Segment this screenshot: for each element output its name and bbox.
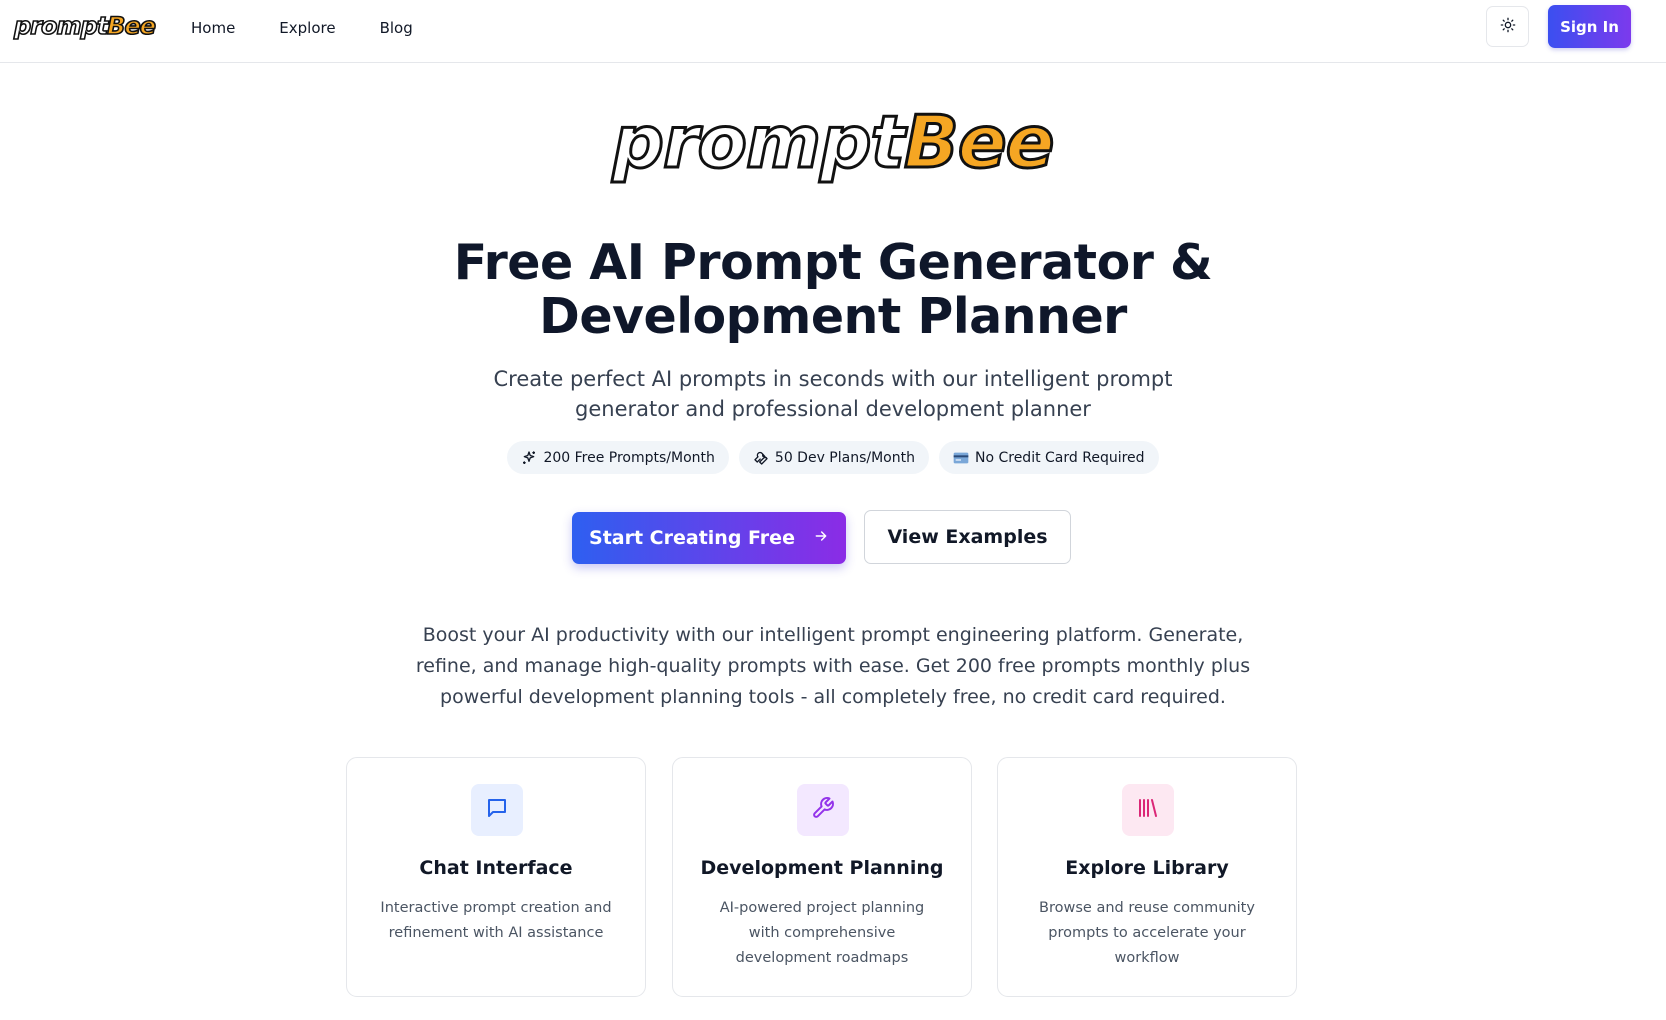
view-examples-button[interactable]: View Examples [864,510,1071,564]
message-square-icon [485,796,509,824]
library-icon [1136,796,1160,824]
logo-bee-text: Bee [106,11,156,41]
sun-icon [1500,17,1516,36]
start-creating-button[interactable]: Start Creating Free [572,512,846,564]
main-nav: Home Explore Blog [191,17,457,39]
card-description: Interactive prompt creation and refineme… [380,900,612,941]
sparkles-icon [521,450,537,466]
nav-blog-link[interactable]: Blog [380,17,413,39]
card-icon-wrapper [797,784,849,836]
pill-free-prompts: 200 Free Prompts/Month [507,441,729,474]
page-title-line1: Free AI Prompt Generator & [453,234,1213,291]
card-chat-interface[interactable]: Chat Interface Interactive prompt creati… [346,757,646,997]
card-description: Browse and reuse community prompts to ac… [1039,900,1255,966]
wrench-icon [753,450,769,466]
sign-in-button[interactable]: Sign In [1548,5,1631,48]
top-navbar: promptBee Home Explore Blog Sign In [0,0,1666,63]
pill-label: 50 Dev Plans/Month [774,449,915,466]
page-title: Free AI Prompt Generator & Development P… [0,236,1666,344]
hero-logo-prompt-text: prompt [611,99,906,186]
pill-label: 200 Free Prompts/Month [543,449,715,466]
pill-no-credit-card: No Credit Card Required [938,441,1159,474]
arrow-right-icon [813,527,829,549]
credit-card-icon [953,450,969,466]
logo-prompt-text: prompt [13,11,109,41]
card-explore-library[interactable]: Explore Library Browse and reuse communi… [997,757,1297,997]
card-title: Explore Library [1065,857,1229,879]
feature-cards: Chat Interface Interactive prompt creati… [0,757,1666,997]
nav-explore-link[interactable]: Explore [279,17,335,39]
pill-label: No Credit Card Required [974,449,1145,466]
hero-logo-bee-text: Bee [902,99,1056,186]
hero-logo: promptBee [0,99,1666,186]
card-title: Development Planning [700,857,944,879]
wrench-icon [811,796,835,824]
brand-logo[interactable]: promptBee [13,11,157,41]
feature-pills: 200 Free Prompts/Month 50 Dev Plans/Mont… [0,441,1666,474]
hero-subtitle: Create perfect AI prompts in seconds wit… [493,367,1173,421]
nav-home-link[interactable]: Home [191,17,235,39]
page-title-line2: Development Planner [539,288,1127,345]
card-icon-wrapper [471,784,523,836]
hero-description: Boost your AI productivity with our inte… [415,624,1251,708]
card-icon-wrapper [1122,784,1174,836]
pill-dev-plans: 50 Dev Plans/Month [738,441,929,474]
theme-toggle-button[interactable] [1486,6,1529,47]
card-title: Chat Interface [419,857,573,879]
start-creating-label: Start Creating Free [589,527,795,549]
card-description: AI-powered project planning with compreh… [719,900,925,966]
card-development-planning[interactable]: Development Planning AI-powered project … [672,757,972,997]
